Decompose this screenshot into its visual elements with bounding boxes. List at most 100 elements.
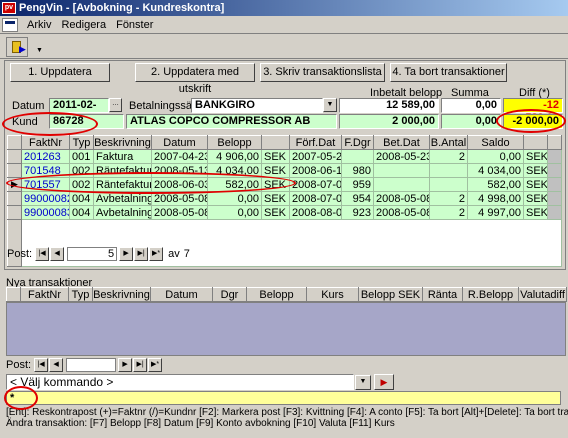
kund-belopp-field[interactable]: 2 000,00 bbox=[339, 114, 439, 129]
cell-faktnr[interactable]: 701557 bbox=[21, 177, 70, 192]
uppdatera-med-utskrift-button[interactable]: 2. Uppdatera med utskrift bbox=[135, 63, 255, 95]
cell-fdgr[interactable] bbox=[341, 149, 374, 164]
row-header[interactable] bbox=[7, 191, 22, 206]
table-row[interactable]: 99000082 004 Avbetalning 2008-05-08 0,00 SEK 2… bbox=[7, 191, 562, 206]
cell-typ[interactable]: 004 bbox=[69, 205, 94, 220]
betalningssatt-field[interactable]: BANKGIRO bbox=[191, 98, 323, 113]
cell-saldo-valuta[interactable]: SEK bbox=[523, 191, 548, 206]
cell-saldo[interactable]: 4 997,00 bbox=[467, 205, 524, 220]
cell-belopp[interactable]: 582,00 bbox=[207, 177, 262, 192]
nt-col-valutadiff[interactable]: Valutadiff bbox=[518, 287, 567, 302]
cell-datum[interactable]: 2008-06-03 bbox=[151, 177, 208, 192]
pager2-current-input[interactable] bbox=[66, 358, 117, 372]
last-record-icon[interactable]: ▶| bbox=[133, 358, 148, 372]
chevron-down-icon[interactable]: ▼ bbox=[323, 98, 337, 112]
col-faktnr[interactable]: FaktNr bbox=[21, 135, 70, 150]
first-record-icon[interactable]: |◀ bbox=[35, 247, 50, 261]
table-row[interactable]: 701548002Räntefaktura2008-05-134 034,00S… bbox=[7, 163, 562, 178]
cell-betdat[interactable]: 2008-05-08 bbox=[373, 191, 430, 206]
prev-record-icon[interactable]: ◀ bbox=[50, 247, 65, 261]
cell-valuta[interactable]: SEK bbox=[261, 191, 290, 206]
cell-datum[interactable]: 2008-05-13 bbox=[151, 163, 208, 178]
nt-col-kurs[interactable]: Kurs bbox=[306, 287, 359, 302]
cell-faktnr[interactable]: 201263 bbox=[21, 149, 70, 164]
menu-fonster[interactable]: Fönster bbox=[113, 19, 160, 31]
cell-belopp[interactable]: 0,00 bbox=[207, 205, 262, 220]
cell-datum[interactable]: 2007-04-23 bbox=[151, 149, 208, 164]
cell-beskrivning[interactable]: Avbetalning bbox=[93, 205, 152, 220]
col-belopp[interactable]: Belopp bbox=[207, 135, 262, 150]
cell-datum[interactable]: 2008-05-08 bbox=[151, 191, 208, 206]
col-datum[interactable]: Datum bbox=[151, 135, 208, 150]
cell-saldo-valuta[interactable]: SEK bbox=[523, 205, 548, 220]
last-record-icon[interactable]: ▶| bbox=[134, 247, 149, 261]
cell-forfdat[interactable]: 2007-05-23 bbox=[289, 149, 342, 164]
row-header[interactable] bbox=[7, 205, 22, 220]
menu-redigera[interactable]: Redigera bbox=[58, 19, 113, 31]
cell-forfdat[interactable]: 2008-08-08 bbox=[289, 205, 342, 220]
command-select[interactable]: < Välj kommando > bbox=[6, 374, 354, 390]
cell-betdat[interactable]: 2008-05-08 bbox=[373, 205, 430, 220]
inbetalt-field[interactable]: 12 589,00 bbox=[339, 98, 439, 113]
nt-col-beskrivning[interactable]: Beskrivning bbox=[92, 287, 151, 302]
cell-beskrivning[interactable]: Räntefaktura bbox=[93, 163, 152, 178]
col-saldo[interactable]: Saldo bbox=[467, 135, 524, 150]
cell-saldo[interactable]: 582,00 bbox=[467, 177, 524, 192]
cell-bantal[interactable]: 2 bbox=[429, 191, 468, 206]
cell-bantal[interactable] bbox=[429, 177, 468, 192]
cell-betdat[interactable]: 2008-05-23 bbox=[373, 149, 430, 164]
col-extra[interactable] bbox=[547, 135, 562, 150]
cell-bantal[interactable]: 2 bbox=[429, 205, 468, 220]
nt-col-belopp-sek[interactable]: Belopp SEK bbox=[358, 287, 423, 302]
cell-belopp[interactable]: 0,00 bbox=[207, 191, 262, 206]
cell-faktnr[interactable]: 99000082 bbox=[21, 191, 70, 206]
cell-betdat[interactable] bbox=[373, 163, 430, 178]
nya-transaktioner-body[interactable] bbox=[6, 302, 566, 356]
cell-bantal[interactable]: 2 bbox=[429, 149, 468, 164]
datum-picker-button[interactable]: … bbox=[109, 98, 122, 112]
first-record-icon[interactable]: |◀ bbox=[34, 358, 49, 372]
uppdatera-button[interactable]: 1. Uppdatera bbox=[10, 63, 110, 82]
command-input[interactable]: * bbox=[6, 391, 561, 405]
cell-forfdat[interactable]: 2008-07-08 bbox=[289, 191, 342, 206]
menu-arkiv[interactable]: Arkiv bbox=[24, 19, 58, 31]
table-row[interactable]: 201263 001 Faktura 2007-04-23 4 906,00 SEK 200… bbox=[7, 149, 562, 164]
row-header[interactable] bbox=[7, 149, 22, 164]
cell-beskrivning[interactable]: Räntefaktura bbox=[93, 177, 152, 192]
cell-faktnr[interactable]: 99000083 bbox=[21, 205, 70, 220]
cell-valuta[interactable]: SEK bbox=[261, 163, 290, 178]
cell-typ[interactable]: 002 bbox=[69, 177, 94, 192]
col-valuta[interactable] bbox=[261, 135, 290, 150]
run-command-button[interactable]: ▶ bbox=[374, 374, 394, 390]
cell-fdgr[interactable]: 923 bbox=[341, 205, 374, 220]
skriv-transaktionslista-button[interactable]: 3. Skriv transaktionslista bbox=[260, 63, 385, 82]
nt-col-typ[interactable]: Typ bbox=[68, 287, 93, 302]
nt-col-ranta[interactable]: Ränta bbox=[422, 287, 463, 302]
cell-datum[interactable]: 2008-05-08 bbox=[151, 205, 208, 220]
col-betdat[interactable]: Bet.Dat bbox=[373, 135, 430, 150]
new-record-icon[interactable]: ▶* bbox=[149, 247, 164, 261]
cell-fdgr[interactable]: 954 bbox=[341, 191, 374, 206]
next-record-icon[interactable]: ▶ bbox=[119, 247, 134, 261]
cell-valuta[interactable]: SEK bbox=[261, 205, 290, 220]
exit-button[interactable]: ▶ bbox=[6, 37, 28, 57]
cell-saldo-valuta[interactable]: SEK bbox=[523, 149, 548, 164]
chevron-down-icon[interactable]: ▼ bbox=[355, 375, 371, 390]
ta-bort-transaktioner-button[interactable]: 4. Ta bort transaktioner bbox=[390, 63, 507, 82]
table-row[interactable]: ▶701557002Räntefaktura2008-06-03582,00SE… bbox=[7, 177, 562, 192]
cell-fdgr[interactable]: 959 bbox=[341, 177, 374, 192]
new-record-icon[interactable]: ▶* bbox=[148, 358, 163, 372]
window-menu-icon[interactable] bbox=[2, 17, 18, 32]
cell-forfdat[interactable]: 2008-06-12 bbox=[289, 163, 342, 178]
cell-saldo-valuta[interactable]: SEK bbox=[523, 177, 548, 192]
row-header[interactable]: ▶ bbox=[7, 177, 22, 192]
nt-col-dgr[interactable]: Dgr bbox=[212, 287, 247, 302]
cell-forfdat[interactable]: 2008-07-03 bbox=[289, 177, 342, 192]
col-typ[interactable]: Typ bbox=[69, 135, 94, 150]
row-header[interactable] bbox=[7, 163, 22, 178]
cell-saldo[interactable]: 4 034,00 bbox=[467, 163, 524, 178]
toolbar-dropdown-icon[interactable]: ▼ bbox=[36, 47, 43, 54]
cell-typ[interactable]: 001 bbox=[69, 149, 94, 164]
cell-belopp[interactable]: 4 034,00 bbox=[207, 163, 262, 178]
prev-record-icon[interactable]: ◀ bbox=[49, 358, 64, 372]
